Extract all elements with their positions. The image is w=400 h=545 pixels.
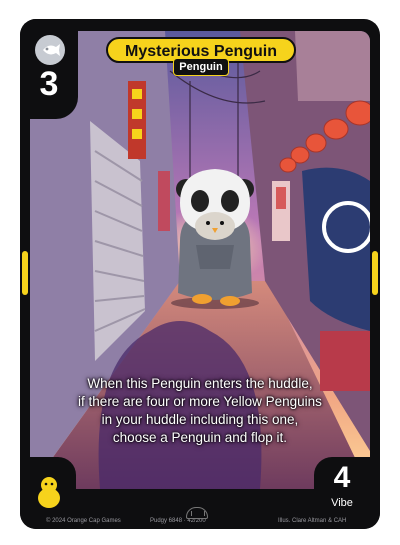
cost-badge: 3 bbox=[20, 19, 78, 119]
vibe-label: Vibe bbox=[331, 497, 353, 509]
card-footer: © 2024 Orange Cap Games Pudgy 6848 · 42/… bbox=[20, 507, 380, 529]
illustrator-text: Illus. Clare Altman & CAH bbox=[278, 518, 347, 524]
fish-coin-icon bbox=[35, 35, 65, 65]
card-type: Penguin bbox=[173, 58, 229, 76]
game-card[interactable]: 3 Mysterious Penguin Penguin When this P… bbox=[20, 19, 380, 529]
vibe-value: 4 bbox=[333, 461, 351, 494]
ability-text: When this Penguin enters the huddle, if … bbox=[66, 375, 334, 447]
right-accent-bar bbox=[372, 251, 378, 295]
ability-line: When this Penguin enters the huddle, bbox=[87, 376, 313, 391]
cost-value: 3 bbox=[39, 65, 59, 103]
left-accent-bar bbox=[22, 251, 28, 295]
copyright-text: © 2024 Orange Cap Games bbox=[46, 518, 121, 524]
ability-line: if there are four or more Yellow Penguin… bbox=[78, 394, 322, 409]
yellow-penguin-icon bbox=[38, 477, 60, 508]
igloo-icon bbox=[186, 507, 208, 519]
ability-line: choose a Penguin and flop it. bbox=[112, 430, 288, 445]
ability-line: in your huddle including this one, bbox=[101, 412, 299, 427]
